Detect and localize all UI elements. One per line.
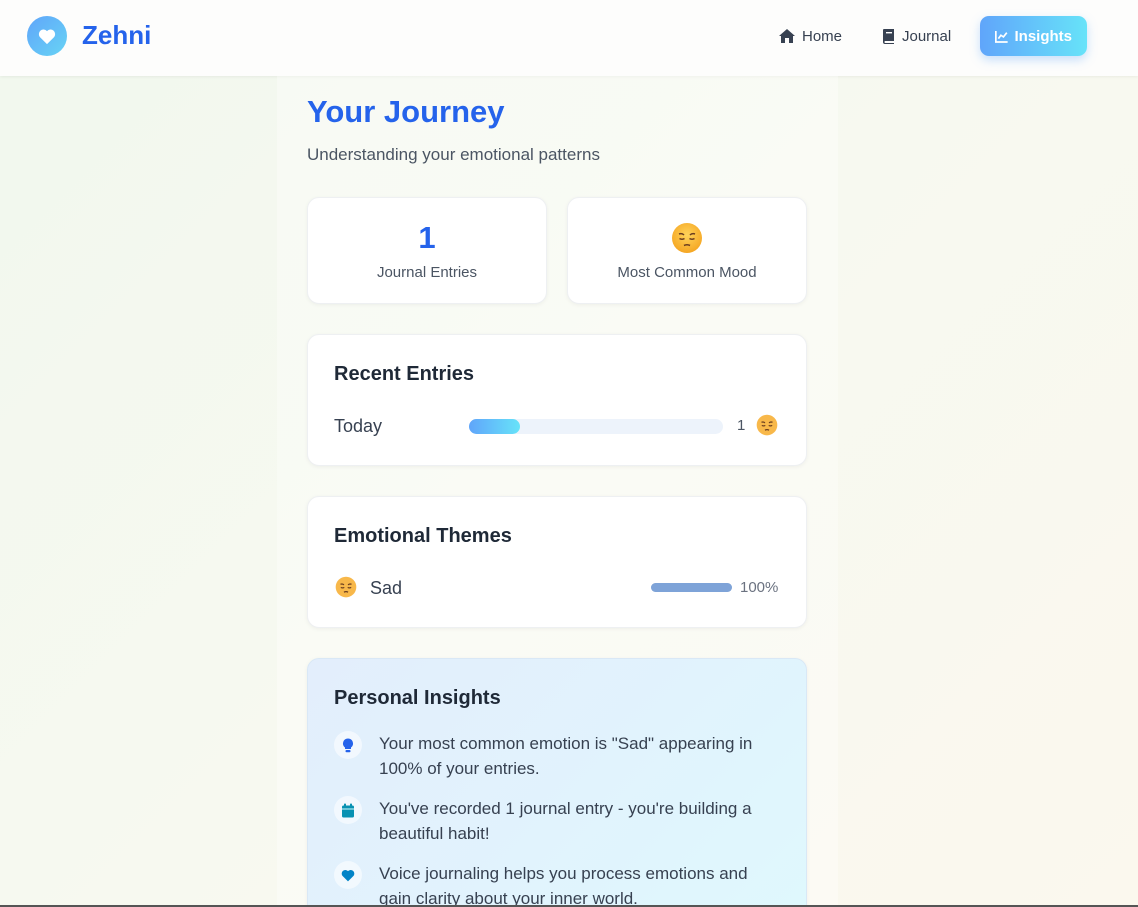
insight-item: Voice journaling helps you process emoti… <box>334 861 784 907</box>
recent-row-bar <box>469 419 723 434</box>
pensive-face-icon <box>335 576 357 598</box>
entries-label: Journal Entries <box>376 264 478 281</box>
insight-text: You've recorded 1 journal entry - you're… <box>379 799 752 843</box>
nav-home[interactable]: Home <box>778 16 842 56</box>
emotional-themes-title: Emotional Themes <box>334 525 512 547</box>
pensive-face-icon <box>756 414 778 436</box>
nav-journal[interactable]: Journal <box>882 16 951 56</box>
personal-insights-card: Personal Insights Your most common emoti… <box>307 658 807 907</box>
stat-card-mood: Most Common Mood <box>567 197 807 304</box>
entries-count: 1 <box>418 220 436 255</box>
logo[interactable] <box>27 16 67 56</box>
stat-card-entries: 1 Journal Entries <box>307 197 547 304</box>
recent-entries-title: Recent Entries <box>334 363 475 385</box>
heart-icon <box>38 29 56 45</box>
nav-home-label: Home <box>802 27 843 45</box>
nav-insights[interactable]: Insights <box>980 16 1087 56</box>
insight-text: Your most common emotion is "Sad" appear… <box>379 734 753 778</box>
theme-bar <box>651 583 732 592</box>
page-subtitle: Understanding your emotional patterns <box>307 145 600 164</box>
recent-row-bar-fill <box>469 419 520 434</box>
insight-item: Your most common emotion is "Sad" appear… <box>334 731 784 781</box>
heart-icon <box>341 869 355 882</box>
mood-label: Most Common Mood <box>617 264 757 281</box>
top-navbar: Zehni Home Journal Insights <box>0 0 1138 76</box>
recent-row-label: Today <box>334 416 383 436</box>
theme-bar-fill <box>651 583 732 592</box>
calendar-icon <box>342 803 354 817</box>
home-icon <box>779 29 795 43</box>
chart-line-icon <box>995 30 1008 43</box>
personal-insights-title: Personal Insights <box>334 687 501 709</box>
insight-item: You've recorded 1 journal entry - you're… <box>334 796 784 846</box>
page-title: Your Journey <box>307 94 505 129</box>
recent-entries-card: Recent Entries Today 1 <box>307 334 807 466</box>
theme-percent: 100% <box>740 579 779 596</box>
nav-journal-label: Journal <box>902 27 952 45</box>
insight-text: Voice journaling helps you process emoti… <box>379 864 748 907</box>
emotional-themes-card: Emotional Themes Sad 100% <box>307 496 807 628</box>
recent-row-count: 1 <box>737 417 746 434</box>
nav-insights-label: Insights <box>1014 27 1072 45</box>
pensive-face-icon <box>672 223 702 253</box>
theme-label: Sad <box>370 578 403 598</box>
lightbulb-icon <box>343 738 353 752</box>
brand-name[interactable]: Zehni <box>82 20 151 51</box>
book-icon <box>883 29 894 44</box>
